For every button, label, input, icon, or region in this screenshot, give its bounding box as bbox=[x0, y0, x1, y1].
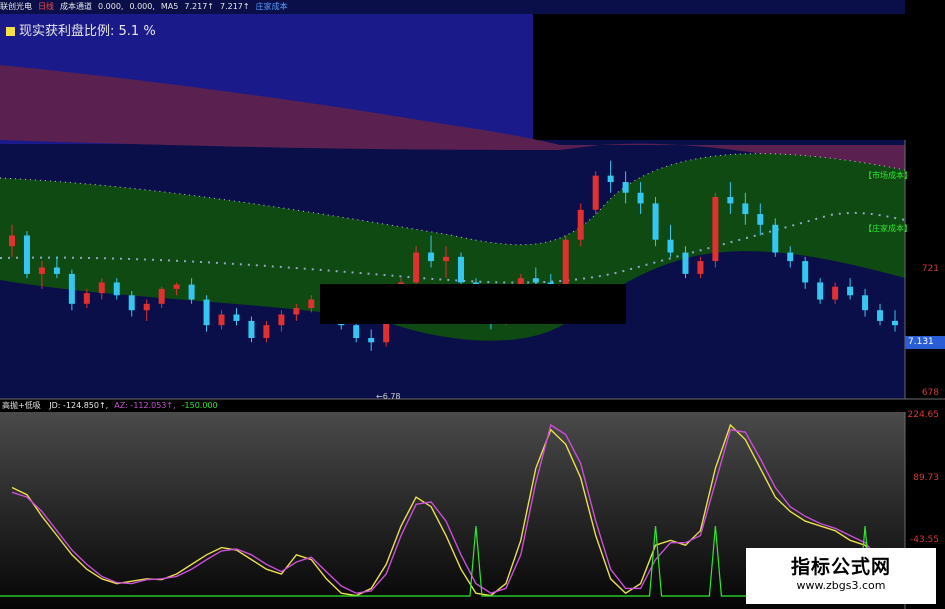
candle-body bbox=[637, 192, 644, 204]
candle-body bbox=[113, 282, 120, 296]
price-tick-721: 721 bbox=[921, 264, 939, 274]
top-right-void bbox=[533, 14, 905, 140]
candle-body bbox=[188, 284, 195, 300]
market-cost-label: 【市场成本】 bbox=[864, 171, 912, 180]
candle-body bbox=[278, 314, 285, 326]
candle-body bbox=[727, 197, 734, 204]
current-price-tag: 7.131 bbox=[905, 336, 945, 349]
sub-tick-top: 224.65 bbox=[907, 410, 940, 420]
candle-body bbox=[667, 239, 674, 253]
candle-body bbox=[23, 235, 30, 274]
dealer-cost-label: 【庄家成本】 bbox=[864, 224, 912, 233]
candle-body bbox=[68, 273, 75, 304]
candle-body bbox=[877, 310, 884, 321]
candle-body bbox=[98, 282, 105, 294]
candle-body bbox=[158, 288, 165, 304]
candle-body bbox=[457, 256, 464, 283]
candle-body bbox=[697, 261, 704, 274]
candle-body bbox=[577, 209, 584, 240]
candle-body bbox=[787, 252, 794, 262]
price-tick-678: 678 bbox=[921, 388, 939, 398]
candle-body bbox=[802, 261, 809, 283]
candle-body bbox=[847, 286, 854, 296]
watermark-title: 指标公式网 bbox=[790, 556, 891, 578]
candle-body bbox=[203, 299, 210, 326]
candle-body bbox=[293, 308, 300, 315]
header-item-1: 日线 bbox=[38, 2, 54, 11]
candle-body bbox=[308, 299, 315, 309]
candle-body bbox=[892, 320, 898, 326]
candle-body bbox=[9, 235, 15, 247]
sub-tick-mid: 89.73 bbox=[913, 473, 939, 483]
chart-stage bbox=[0, 0, 945, 609]
sub-header: 高抛+低吸 JD: -124.850↑, AZ: -112.053↑, -150.0… bbox=[2, 400, 230, 412]
candle-body bbox=[742, 203, 749, 215]
header-item-3: 0.000, bbox=[98, 2, 124, 11]
watermark-url: www.zbgs3.com bbox=[796, 579, 886, 592]
candle-body bbox=[38, 267, 45, 274]
main-header: 联创光电 日线 成本通道 0.000, 0.000, MA5 7.217↑ 7.217↑ 庄家成… bbox=[0, 0, 945, 14]
candle-body bbox=[248, 320, 255, 338]
candle-body bbox=[862, 295, 869, 311]
sub-tick-low: -43.55 bbox=[909, 535, 939, 545]
candle-body bbox=[263, 325, 270, 338]
candle-body bbox=[128, 295, 135, 311]
candle-body bbox=[712, 197, 719, 262]
indicator-title: 高抛+低吸 bbox=[2, 401, 41, 410]
candle-body bbox=[562, 239, 569, 289]
candle-body bbox=[233, 314, 240, 321]
header-item-7: 7.217↑ bbox=[219, 2, 250, 11]
header-item-4: 0.000, bbox=[129, 2, 155, 11]
candle-body bbox=[83, 293, 90, 304]
profit-ratio-text: 现实获利盘比例: 5.1 % bbox=[19, 24, 156, 39]
yellow-square-icon bbox=[6, 27, 15, 36]
profit-ratio-label: 现实获利盘比例: 5.1 % bbox=[6, 20, 156, 39]
header-item-2: 成本通道 bbox=[60, 2, 92, 11]
candle-body bbox=[173, 284, 180, 289]
candle-body bbox=[607, 175, 614, 183]
header-item-6: 7.217↑ bbox=[184, 2, 214, 11]
candle-body bbox=[143, 303, 150, 311]
candle-body bbox=[772, 224, 779, 253]
candle-body bbox=[428, 252, 435, 262]
sub-header-item-2: -150.000 bbox=[181, 401, 218, 410]
candle-body bbox=[592, 175, 599, 210]
candle-body bbox=[682, 252, 689, 274]
candle-body bbox=[53, 267, 60, 274]
header-item-0: 联创光电 bbox=[0, 2, 32, 11]
candle-body bbox=[817, 282, 824, 300]
low-price-label: ←6.78 bbox=[376, 392, 401, 401]
candle-body bbox=[652, 203, 659, 240]
mask-box bbox=[320, 284, 626, 324]
candle-body bbox=[622, 182, 629, 193]
candle-body bbox=[413, 252, 420, 283]
candle-body bbox=[353, 325, 360, 338]
candle-body bbox=[532, 278, 539, 283]
candle-body bbox=[218, 314, 225, 326]
watermark: 指标公式网 www.zbgs3.com bbox=[746, 548, 936, 604]
candle-body bbox=[368, 338, 375, 343]
header-item-5: MA5 bbox=[160, 2, 179, 11]
candle-body bbox=[832, 286, 839, 300]
candle-body bbox=[757, 214, 764, 225]
sub-header-item-1: AZ: -112.053↑, bbox=[114, 401, 176, 410]
header-item-8: 庄家成本 bbox=[255, 2, 288, 11]
candle-body bbox=[443, 256, 450, 262]
sub-header-item-0: JD: -124.850↑, bbox=[49, 401, 109, 410]
